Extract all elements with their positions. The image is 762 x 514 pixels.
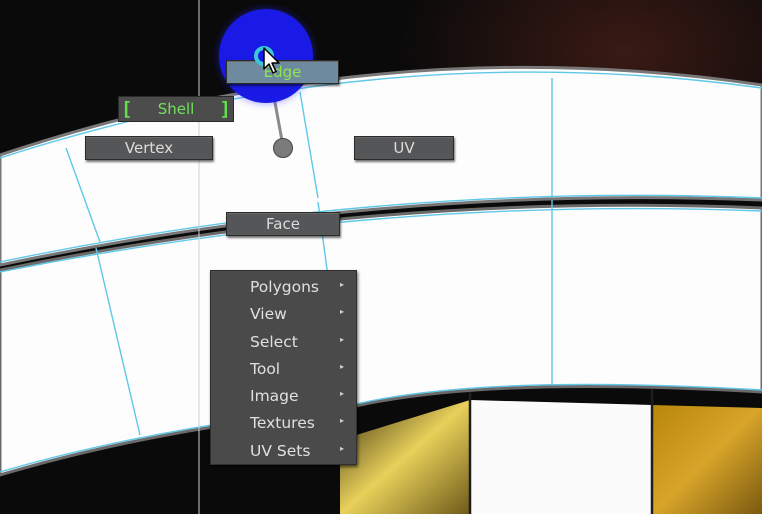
- marking-menu-edge-button[interactable]: Edge: [226, 60, 339, 84]
- menu-item-image[interactable]: Image ▸: [211, 383, 356, 410]
- marking-menu-shell-button[interactable]: [ Shell ]: [118, 96, 234, 122]
- marking-menu-uv-button[interactable]: UV: [354, 136, 454, 160]
- submenu-arrow-icon: ▸: [339, 416, 344, 426]
- submenu-arrow-icon: ▸: [339, 280, 344, 289]
- arrow-cursor-icon: [263, 47, 280, 74]
- menu-item-label: View: [250, 305, 287, 324]
- menu-item-label: Tool: [250, 359, 281, 378]
- shell-label: Shell: [157, 100, 195, 118]
- uv-layout-canvas[interactable]: [0, 0, 762, 514]
- context-menu: Polygons ▸ View ▸ Select ▸ Tool ▸ Image …: [210, 270, 357, 465]
- menu-item-uv-sets[interactable]: UV Sets ▸: [211, 438, 356, 465]
- submenu-arrow-icon: ▸: [339, 334, 344, 344]
- menu-item-polygons[interactable]: Polygons ▸: [211, 274, 356, 301]
- menu-item-label: Image: [250, 387, 299, 406]
- menu-item-label: UV Sets: [250, 441, 311, 460]
- menu-item-label: Textures: [250, 414, 315, 433]
- menu-item-textures[interactable]: Textures ▸: [211, 410, 356, 437]
- bracket-right-icon: ]: [219, 98, 231, 120]
- menu-item-label: Select: [250, 332, 298, 351]
- submenu-arrow-icon: ▸: [339, 361, 344, 371]
- submenu-arrow-icon: ▸: [339, 307, 344, 317]
- drag-handle-icon: [273, 138, 293, 158]
- menu-item-tool[interactable]: Tool ▸: [211, 356, 356, 383]
- uv-editor-viewport[interactable]: Edge [ Shell ] Vertex UV Face Polygons ▸…: [0, 0, 762, 514]
- menu-item-label: Polygons: [250, 278, 319, 296]
- marking-menu-vertex-button[interactable]: Vertex: [85, 136, 213, 160]
- bracket-left-icon: [: [121, 98, 133, 120]
- menu-item-view[interactable]: View ▸: [211, 301, 356, 328]
- menu-item-select[interactable]: Select ▸: [211, 329, 356, 356]
- submenu-arrow-icon: ▸: [339, 443, 344, 453]
- submenu-arrow-icon: ▸: [339, 389, 344, 399]
- marking-menu-face-button[interactable]: Face: [226, 212, 340, 236]
